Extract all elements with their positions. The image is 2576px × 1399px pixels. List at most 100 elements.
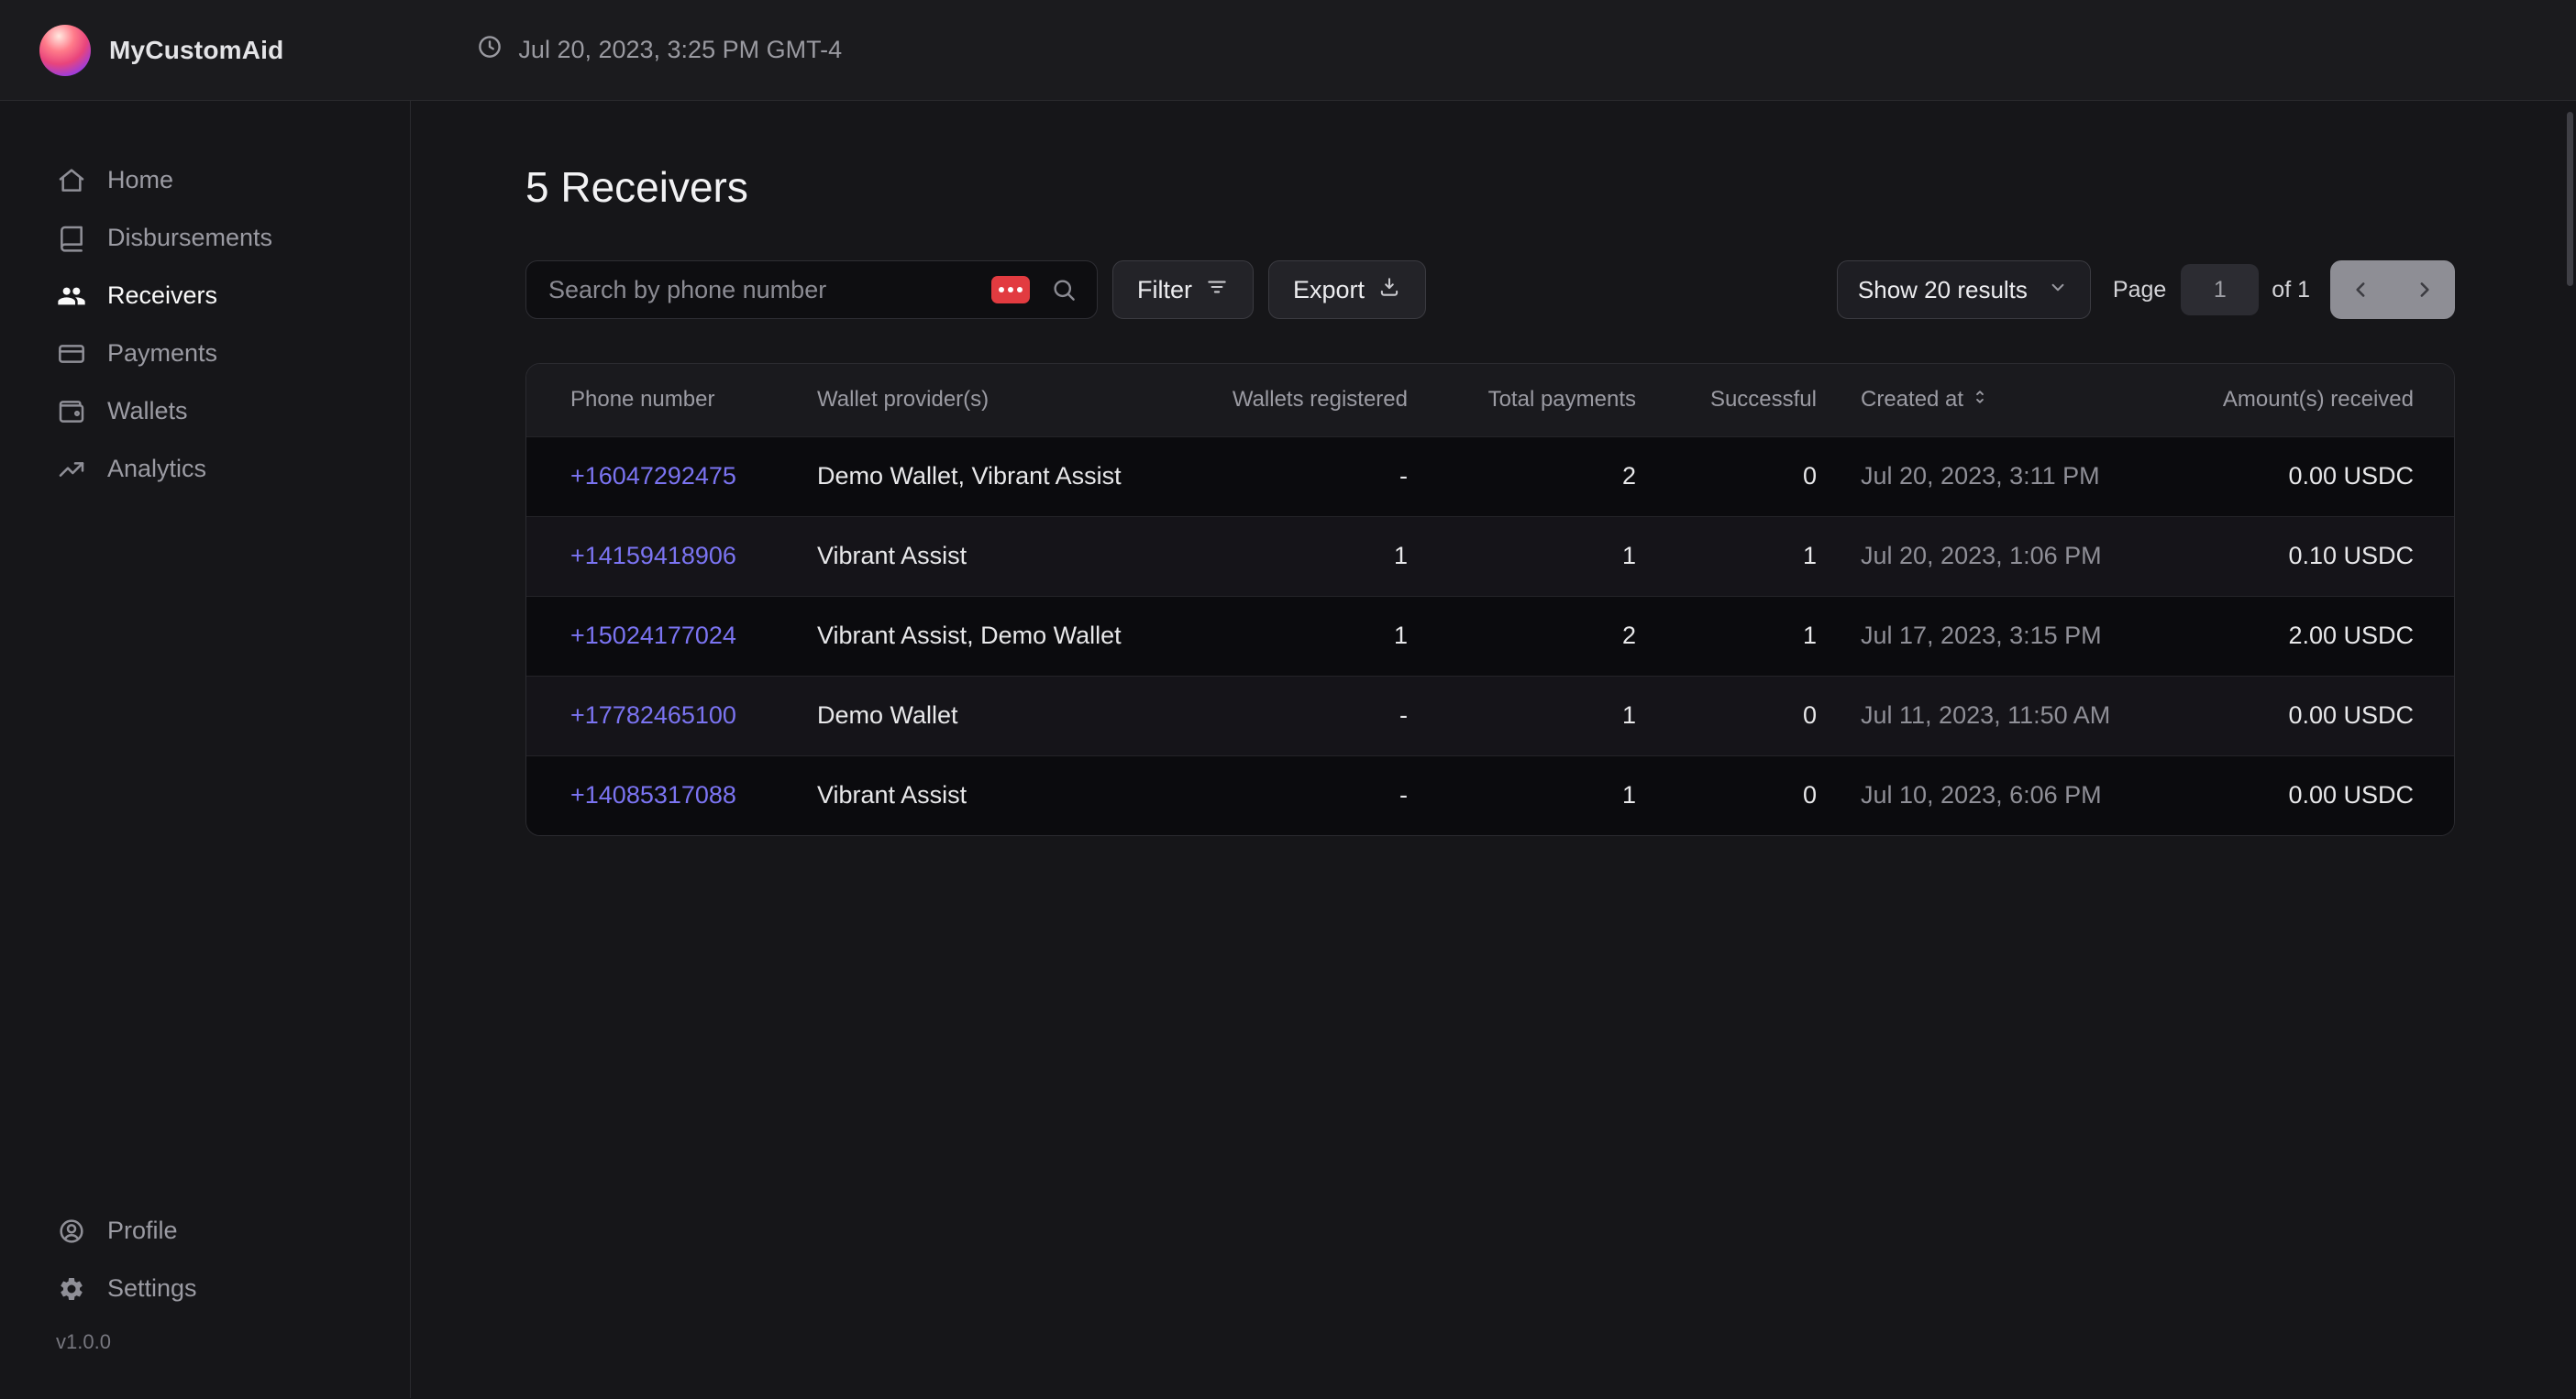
datetime: Jul 20, 2023, 3:25 PM GMT-4 (476, 33, 842, 67)
datetime-text: Jul 20, 2023, 3:25 PM GMT-4 (518, 36, 842, 64)
phone-link[interactable]: +17782465100 (570, 701, 736, 729)
receivers-table: Phone number Wallet provider(s) Wallets … (525, 363, 2455, 836)
cell-created-at: Jul 17, 2023, 3:15 PM (1817, 596, 2165, 676)
filter-button-label: Filter (1137, 276, 1192, 304)
col-wallet-providers: Wallet provider(s) (817, 364, 1184, 436)
sidebar-item-analytics[interactable]: Analytics (0, 440, 410, 498)
col-phone-number: Phone number (526, 364, 817, 436)
cell-providers: Vibrant Assist (817, 755, 1184, 835)
search-icon (1050, 276, 1078, 308)
cell-created-at: Jul 11, 2023, 11:50 AM (1817, 676, 2165, 755)
cell-total-payments: 1 (1408, 516, 1636, 596)
show-results-select[interactable]: Show 20 results (1837, 260, 2091, 319)
cell-total-payments: 2 (1408, 436, 1636, 516)
table-header-row: Phone number Wallet provider(s) Wallets … (526, 364, 2455, 436)
page-title: 5 Receivers (525, 161, 2455, 213)
cell-wallets-registered: 1 (1184, 516, 1408, 596)
cell-providers: Vibrant Assist (817, 516, 1184, 596)
filter-icon (1205, 275, 1229, 305)
controls-left: Filter Export (525, 260, 1426, 319)
app-logo (39, 25, 91, 76)
col-successful: Successful (1636, 364, 1817, 436)
phone-link[interactable]: +14159418906 (570, 542, 736, 569)
cell-successful: 0 (1636, 436, 1817, 516)
app-name: MyCustomAid (109, 36, 283, 65)
prev-page-button[interactable] (2330, 260, 2393, 319)
filter-button[interactable]: Filter (1112, 260, 1254, 319)
show-results-label: Show 20 results (1858, 276, 2028, 304)
app-version: v1.0.0 (0, 1330, 410, 1354)
cell-created-at: Jul 20, 2023, 1:06 PM (1817, 516, 2165, 596)
wallets-icon (56, 396, 87, 427)
search-wrap (525, 260, 1098, 319)
cell-wallets-registered: - (1184, 436, 1408, 516)
export-button[interactable]: Export (1268, 260, 1426, 319)
cell-providers: Vibrant Assist, Demo Wallet (817, 596, 1184, 676)
cell-created-at: Jul 10, 2023, 6:06 PM (1817, 755, 2165, 835)
sidebar-item-label: Payments (107, 339, 217, 368)
page-number-input[interactable] (2181, 264, 2259, 315)
pagination (2330, 260, 2455, 319)
table-row: +17782465100 Demo Wallet - 1 0 Jul 11, 2… (526, 676, 2455, 755)
sidebar-item-label: Home (107, 166, 173, 194)
cell-amount: 0.00 USDC (2165, 755, 2455, 835)
cell-total-payments: 1 (1408, 676, 1636, 755)
phone-link[interactable]: +15024177024 (570, 622, 736, 649)
download-icon (1377, 275, 1401, 305)
sidebar-item-receivers[interactable]: Receivers (0, 267, 410, 325)
sidebar-item-home[interactable]: Home (0, 151, 410, 209)
col-created-at-label: Created at (1861, 387, 1963, 413)
controls-right: Show 20 results Page of 1 (1837, 260, 2455, 319)
sort-icon (1971, 387, 1989, 413)
cell-created-at: Jul 20, 2023, 3:11 PM (1817, 436, 2165, 516)
cell-providers: Demo Wallet, Vibrant Assist (817, 436, 1184, 516)
col-amounts-received: Amount(s) received (2165, 364, 2455, 436)
phone-link[interactable]: +14085317088 (570, 781, 736, 809)
sidebar-item-label: Analytics (107, 455, 206, 483)
cell-total-payments: 1 (1408, 755, 1636, 835)
page-label: Page (2113, 277, 2166, 303)
disbursements-icon (56, 223, 87, 254)
brand: MyCustomAid (39, 25, 283, 76)
scrollbar[interactable] (2567, 112, 2573, 286)
cell-amount: 2.00 USDC (2165, 596, 2455, 676)
next-page-button[interactable] (2393, 260, 2455, 319)
table-row: +14085317088 Vibrant Assist - 1 0 Jul 10… (526, 755, 2455, 835)
sidebar-item-disbursements[interactable]: Disbursements (0, 209, 410, 267)
profile-icon (56, 1216, 87, 1247)
sidebar-item-wallets[interactable]: Wallets (0, 382, 410, 440)
cell-wallets-registered: - (1184, 676, 1408, 755)
sidebar-item-label: Profile (107, 1217, 178, 1245)
analytics-icon (56, 454, 87, 485)
sidebar-item-payments[interactable]: Payments (0, 325, 410, 382)
sidebar-item-label: Disbursements (107, 224, 272, 252)
col-wallets-registered: Wallets registered (1184, 364, 1408, 436)
sidebar-item-label: Wallets (107, 397, 188, 425)
export-button-label: Export (1293, 276, 1365, 304)
table-row: +14159418906 Vibrant Assist 1 1 1 Jul 20… (526, 516, 2455, 596)
sidebar-item-label: Settings (107, 1274, 197, 1303)
cell-providers: Demo Wallet (817, 676, 1184, 755)
sidebar-item-profile[interactable]: Profile (0, 1202, 410, 1260)
col-created-at[interactable]: Created at (1817, 364, 2165, 436)
home-icon (56, 165, 87, 196)
sidebar-footer: Profile Settings v1.0.0 (0, 1202, 410, 1354)
phone-link[interactable]: +16047292475 (570, 462, 736, 490)
payments-icon (56, 338, 87, 369)
password-manager-badge-icon[interactable] (991, 276, 1030, 303)
receivers-icon (56, 281, 87, 312)
col-total-payments: Total payments (1408, 364, 1636, 436)
main-content: 5 Receivers Filter Export (411, 101, 2576, 1398)
cell-successful: 1 (1636, 516, 1817, 596)
topbar: MyCustomAid Jul 20, 2023, 3:25 PM GMT-4 (0, 0, 2576, 101)
cell-successful: 0 (1636, 755, 1817, 835)
sidebar-nav: Home Disbursements Receivers Payments (0, 101, 410, 498)
cell-wallets-registered: - (1184, 755, 1408, 835)
table-row: +16047292475 Demo Wallet, Vibrant Assist… (526, 436, 2455, 516)
cell-successful: 1 (1636, 596, 1817, 676)
cell-successful: 0 (1636, 676, 1817, 755)
cell-amount: 0.00 USDC (2165, 436, 2455, 516)
cell-amount: 0.00 USDC (2165, 676, 2455, 755)
gear-icon (56, 1273, 87, 1305)
sidebar-item-settings[interactable]: Settings (0, 1260, 410, 1317)
